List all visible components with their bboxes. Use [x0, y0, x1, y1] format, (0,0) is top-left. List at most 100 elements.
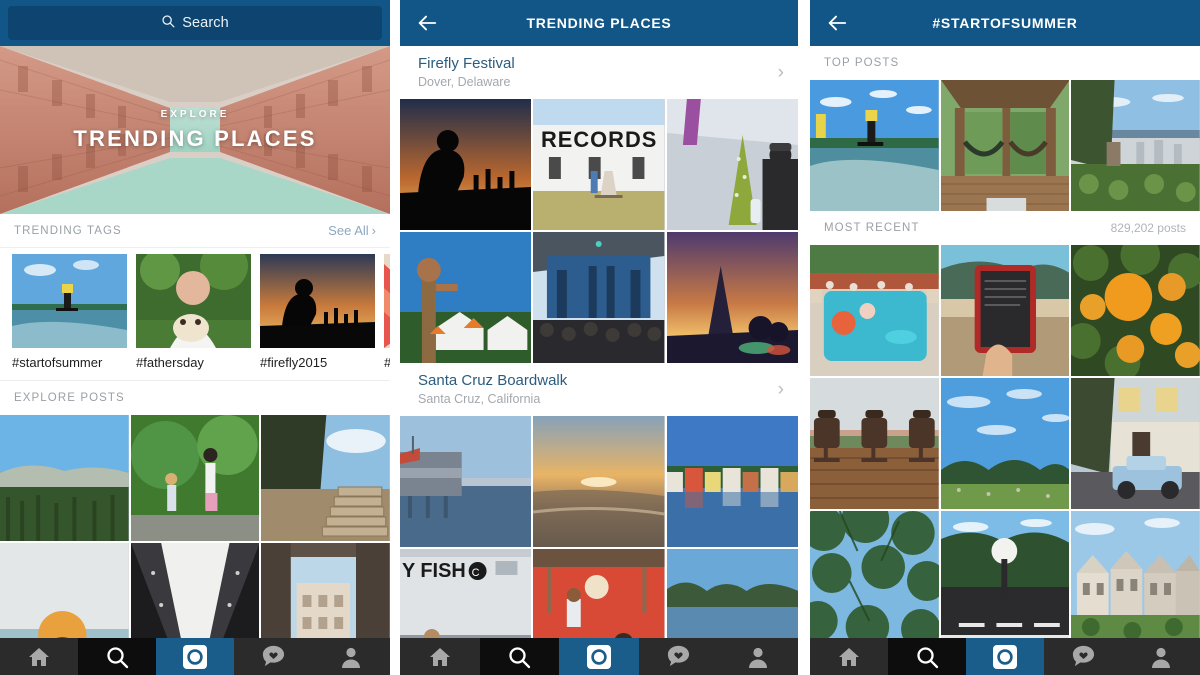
search-placeholder: Search: [182, 15, 229, 31]
grid-photo[interactable]: [810, 511, 939, 642]
grid-photo[interactable]: [940, 80, 1070, 211]
home-tab[interactable]: [0, 638, 78, 675]
grid-photo[interactable]: [1071, 511, 1200, 642]
profile-tab[interactable]: [312, 638, 390, 675]
bottom-tabbar: [400, 638, 798, 675]
tag-label: #prid: [384, 355, 390, 370]
see-all-link[interactable]: See All ›: [328, 223, 376, 238]
most-recent-grid: [810, 245, 1200, 642]
profile-tab[interactable]: [718, 638, 798, 675]
search-tab[interactable]: [888, 638, 966, 675]
panel-gutter: [390, 0, 400, 675]
grid-photo[interactable]: [940, 245, 1070, 376]
most-recent-title: MOST RECENT: [824, 222, 920, 234]
hero-kicker: EXPLORE: [160, 108, 230, 120]
explore-posts-title: EXPLORE POSTS: [14, 392, 125, 404]
place-location: Santa Cruz, California: [418, 392, 541, 406]
grid-photo[interactable]: RECORDS: [533, 99, 665, 230]
grid-photo[interactable]: [1071, 245, 1200, 376]
grid-photo[interactable]: [1071, 80, 1200, 211]
bottom-tabbar: [810, 638, 1200, 675]
search-icon: [509, 646, 531, 668]
tag-card[interactable]: #firefly2015: [260, 254, 375, 374]
home-icon: [839, 647, 859, 666]
navbar-title: #STARTOFSUMMER: [932, 15, 1078, 31]
home-icon: [29, 647, 49, 666]
profile-tab[interactable]: [1122, 638, 1200, 675]
activity-tab[interactable]: [638, 638, 719, 675]
camera-icon: [586, 644, 611, 669]
person-icon: [342, 647, 360, 668]
panel-explore: Search EXPLORE TRENDING PLACES TRENDING …: [0, 0, 390, 675]
grid-photo[interactable]: [666, 232, 798, 363]
trending-tags-strip[interactable]: #startofsummer #fathersday #firefly2015: [0, 248, 390, 380]
heart-bubble-icon: [262, 645, 284, 667]
tag-label: #firefly2015: [260, 355, 328, 370]
home-tab[interactable]: [810, 638, 888, 675]
home-tab[interactable]: [400, 638, 480, 675]
place-name: Firefly Festival: [418, 55, 515, 72]
explore-posts-header: EXPLORE POSTS: [0, 381, 390, 415]
search-icon: [107, 646, 129, 668]
svg-text:Y FISH: Y FISH: [402, 560, 466, 582]
grid-photo[interactable]: [400, 416, 532, 547]
tag-thumbnail: [12, 254, 127, 348]
place-photo-grid: Y FISH C: [400, 416, 798, 675]
post-count: 829,202 posts: [1110, 221, 1186, 235]
tag-card[interactable]: #fathersday: [136, 254, 251, 374]
top-posts-title: TOP POSTS: [824, 57, 900, 69]
grid-photo[interactable]: [666, 99, 798, 230]
grid-photo[interactable]: [261, 415, 390, 541]
search-input[interactable]: Search: [8, 6, 382, 40]
grid-photo[interactable]: [940, 378, 1070, 509]
search-icon: [917, 646, 939, 668]
camera-tab[interactable]: [156, 638, 234, 675]
panel-gutter: [798, 0, 810, 675]
hashtag-navbar: #STARTOFSUMMER: [810, 0, 1200, 46]
grid-photo[interactable]: [666, 416, 798, 547]
place-row[interactable]: Santa Cruz Boardwalk Santa Cruz, Califor…: [400, 363, 798, 416]
hero-text: EXPLORE TRENDING PLACES: [0, 46, 390, 214]
search-icon: [161, 14, 175, 32]
grid-photo[interactable]: [0, 415, 129, 541]
trending-tags-header: TRENDING TAGS See All ›: [0, 214, 390, 248]
grid-photo[interactable]: [810, 245, 939, 376]
grid-photo[interactable]: [533, 416, 665, 547]
camera-tab[interactable]: [559, 638, 639, 675]
camera-tab[interactable]: [966, 638, 1044, 675]
grid-photo[interactable]: [810, 378, 939, 509]
back-arrow-icon[interactable]: [414, 10, 440, 36]
grid-photo[interactable]: [533, 232, 665, 363]
tag-card[interactable]: #startofsummer: [12, 254, 127, 374]
hero-title: TRENDING PLACES: [73, 125, 317, 151]
place-row[interactable]: Firefly Festival Dover, Delaware ›: [400, 46, 798, 99]
search-tab[interactable]: [78, 638, 156, 675]
home-icon: [429, 647, 450, 666]
tag-card[interactable]: #prid: [384, 254, 390, 374]
heart-bubble-icon: [1072, 645, 1094, 667]
place-name: Santa Cruz Boardwalk: [418, 372, 568, 389]
top-posts-header: TOP POSTS: [810, 46, 1200, 80]
person-icon: [749, 647, 768, 668]
chevron-right-icon: ›: [777, 61, 784, 83]
grid-photo[interactable]: [400, 99, 532, 230]
panel-trending-places: TRENDING PLACES Firefly Festival Dover, …: [400, 0, 798, 675]
grid-photo[interactable]: [940, 511, 1070, 642]
activity-tab[interactable]: [234, 638, 312, 675]
chevron-right-icon: ›: [777, 378, 784, 400]
camera-icon: [183, 644, 207, 669]
search-tab[interactable]: [479, 638, 560, 675]
grid-photo[interactable]: [810, 80, 939, 211]
hero-banner[interactable]: EXPLORE TRENDING PLACES: [0, 46, 390, 214]
three-panel-screenshot: Search EXPLORE TRENDING PLACES TRENDING …: [0, 0, 1200, 675]
trending-tags-title: TRENDING TAGS: [14, 224, 122, 237]
svg-text:C: C: [472, 567, 480, 579]
grid-photo[interactable]: [1071, 378, 1200, 509]
grid-photo[interactable]: [400, 232, 532, 363]
grid-photo[interactable]: [130, 415, 260, 541]
navbar-title: TRENDING PLACES: [526, 15, 672, 31]
back-arrow-icon[interactable]: [824, 10, 850, 36]
tag-thumbnail: [260, 254, 375, 348]
heart-bubble-icon: [668, 645, 690, 667]
activity-tab[interactable]: [1044, 638, 1122, 675]
